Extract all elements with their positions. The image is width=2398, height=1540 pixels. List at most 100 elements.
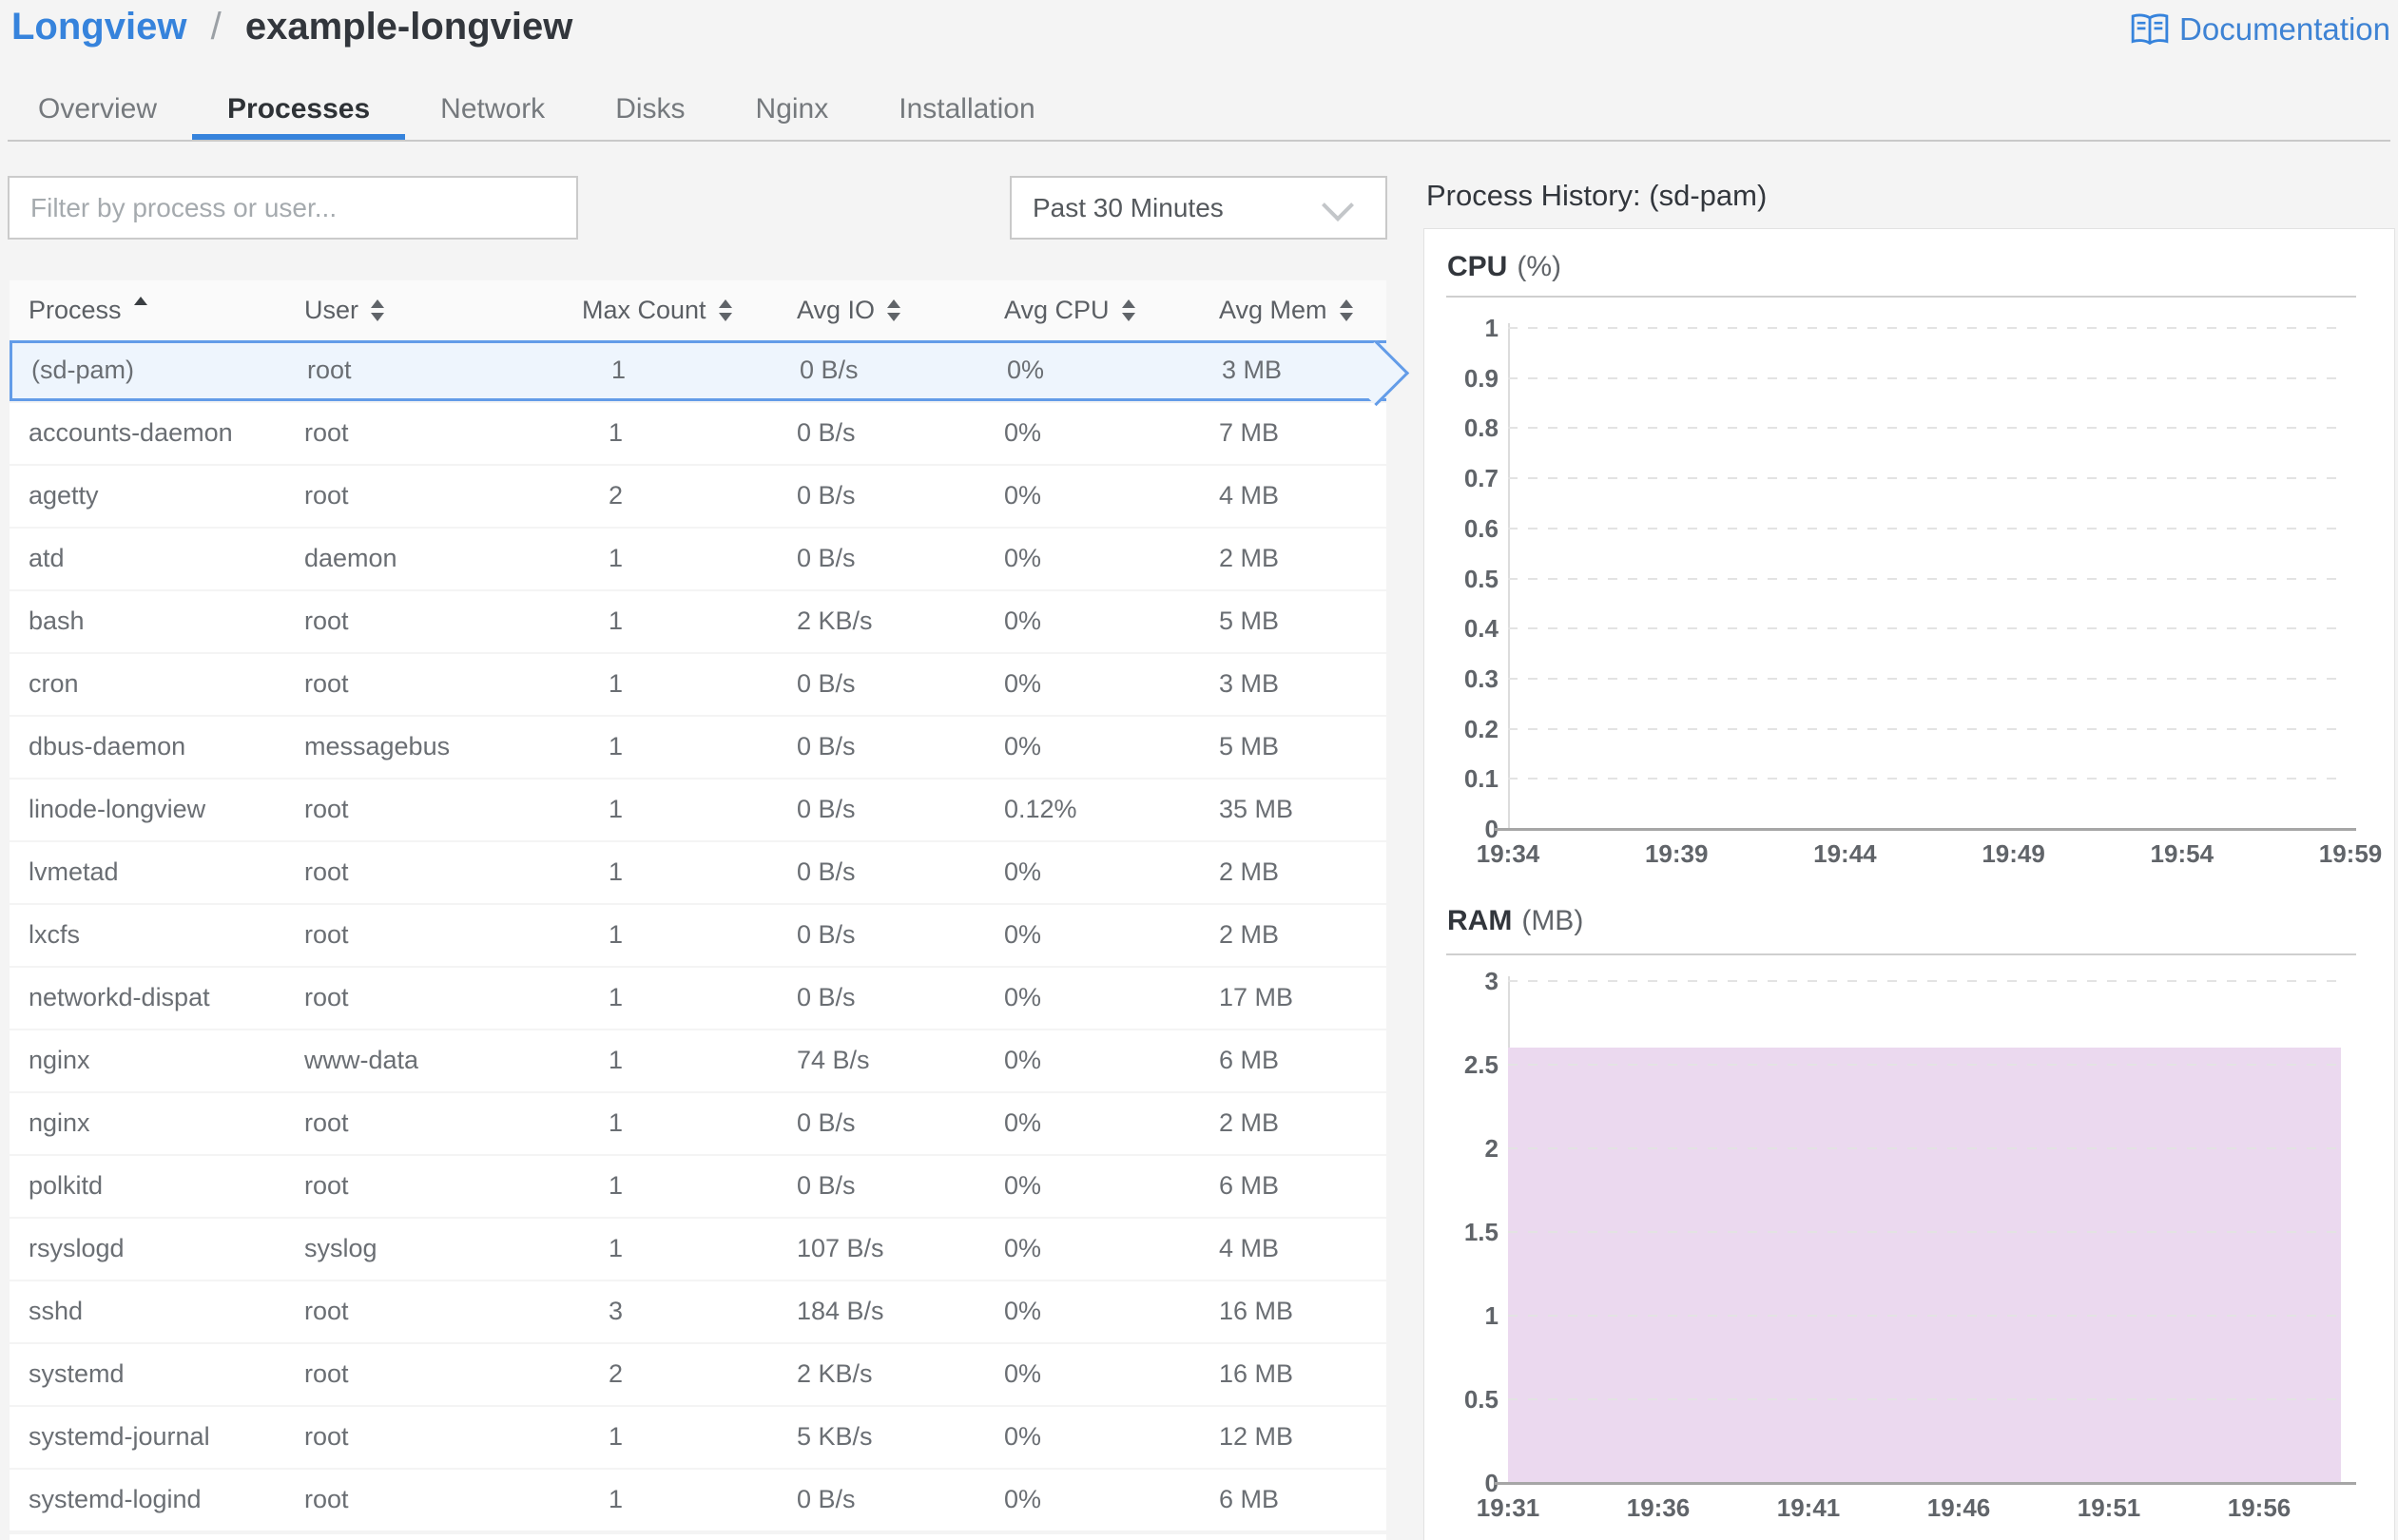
table-row[interactable]: systemd root 2 2 KB/s 0% 16 MB (10, 1344, 1386, 1405)
column-header-user[interactable]: User (285, 280, 561, 340)
table-row[interactable]: accounts-daemon root 1 0 B/s 0% 7 MB (10, 403, 1386, 464)
cell-max-count: 1 (609, 795, 624, 823)
cell-max-count: 1 (609, 732, 624, 760)
cell-avg-mem: 6 MB (1219, 1046, 1280, 1074)
cell-avg-cpu: 0% (1004, 732, 1042, 760)
table-row[interactable]: lvmetad root 1 0 B/s 0% 2 MB (10, 842, 1386, 903)
cpu-gridline (1508, 677, 2341, 680)
tab-bar: Overview Processes Network Disks Nginx Instal… (3, 80, 1071, 140)
cell-user: root (304, 1422, 349, 1451)
cpu-y-tick-label: 0.7 (1463, 464, 1499, 493)
ram-gridline (1508, 980, 2341, 982)
table-row[interactable]: polkitd root 1 0 B/s 0% 6 MB (10, 1156, 1386, 1217)
table-row[interactable]: lxcfs root 1 0 B/s 0% 2 MB (10, 905, 1386, 966)
ram-gridline (1508, 1231, 2341, 1233)
table-row[interactable]: systemd-journal root 1 5 KB/s 0% 12 MB (10, 1407, 1386, 1468)
cell-avg-cpu: 0% (1004, 606, 1042, 635)
cpu-gridline (1508, 327, 2341, 329)
breadcrumb-parent-link[interactable]: Longview (11, 6, 186, 48)
cell-user: root (304, 1297, 349, 1325)
cpu-x-tick-label: 19:49 (1982, 839, 2045, 868)
cell-avg-cpu: 0% (1004, 1234, 1042, 1262)
documentation-link[interactable]: Documentation (2128, 11, 2390, 48)
sort-icon (371, 299, 385, 321)
search-input[interactable] (8, 176, 578, 240)
ram-y-tick-label: 1.5 (1463, 1218, 1499, 1246)
cell-avg-cpu: 0% (1004, 857, 1042, 886)
table-row[interactable]: systemd-logind root 1 0 B/s 0% 6 MB (10, 1470, 1386, 1530)
cell-avg-io: 2 KB/s (797, 1359, 873, 1388)
ram-y-tick-label: 1 (1484, 1301, 1499, 1330)
cpu-y-tick-label: 0.6 (1463, 513, 1499, 543)
cpu-gridline (1508, 376, 2341, 379)
table-row[interactable]: networkd-dispat root 1 0 B/s 0% 17 MB (10, 968, 1386, 1029)
cell-avg-cpu: 0% (1004, 1046, 1042, 1074)
cell-avg-cpu: 0% (1004, 1297, 1042, 1325)
cell-process: systemd (29, 1359, 125, 1388)
cell-avg-mem: 2 MB (1219, 920, 1280, 949)
cell-avg-io: 0 B/s (797, 418, 856, 447)
cell-max-count: 1 (609, 1171, 624, 1200)
cell-process: agetty (29, 481, 99, 510)
cell-user: root (304, 1171, 349, 1200)
cpu-gridline (1508, 627, 2341, 630)
tabs-divider (8, 140, 2390, 142)
cell-max-count: 1 (609, 1046, 624, 1074)
table-row-selected[interactable]: (sd-pam) root 1 0 B/s 0% 3 MB (10, 339, 1410, 407)
table-row[interactable]: linode-longview root 1 0 B/s 0.12% 35 MB (10, 780, 1386, 840)
tab-overview[interactable]: Overview (3, 80, 192, 140)
cpu-chart-title: CPU (%) (1447, 251, 1561, 282)
cell-avg-cpu: 0% (1007, 356, 1045, 384)
tab-network[interactable]: Network (405, 80, 580, 140)
table-row-partial (10, 1534, 1386, 1540)
cell-avg-io: 0 B/s (797, 544, 856, 572)
sort-asc-icon (133, 297, 147, 305)
cell-avg-io: 0 B/s (797, 795, 856, 823)
cell-avg-mem: 4 MB (1219, 1234, 1280, 1262)
table-row[interactable]: agetty root 2 0 B/s 0% 4 MB (10, 466, 1386, 527)
cell-process: nginx (29, 1046, 90, 1074)
cell-user: daemon (304, 544, 397, 572)
cell-avg-mem: 3 MB (1219, 669, 1280, 698)
column-header-process[interactable]: Process (10, 280, 285, 340)
tab-installation[interactable]: Installation (863, 80, 1070, 140)
cpu-y-tick-label: 0.8 (1463, 414, 1499, 443)
cpu-x-tick-label: 19:34 (1476, 839, 1540, 868)
table-row[interactable]: sshd root 3 184 B/s 0% 16 MB (10, 1281, 1386, 1342)
ram-x-tick-label: 19:41 (1776, 1493, 1841, 1522)
column-header-avg-io[interactable]: Avg IO (778, 280, 985, 340)
ram-chart-divider (1446, 953, 2356, 955)
process-table: Process User Max Count Avg IO Avg CPU Avg Mem… (10, 280, 1410, 1532)
column-header-avg-cpu[interactable]: Avg CPU (985, 280, 1200, 340)
cell-avg-io: 0 B/s (797, 669, 856, 698)
cell-avg-cpu: 0% (1004, 920, 1042, 949)
ram-x-tick-label: 19:36 (1626, 1493, 1691, 1522)
cell-user: syslog (304, 1234, 377, 1262)
column-header-avg-mem[interactable]: Avg Mem (1200, 280, 1386, 340)
cpu-gridline (1508, 427, 2341, 430)
table-row[interactable]: cron root 1 0 B/s 0% 3 MB (10, 654, 1386, 715)
cell-max-count: 1 (609, 983, 624, 1011)
tab-nginx[interactable]: Nginx (721, 80, 864, 140)
tab-disks[interactable]: Disks (580, 80, 720, 140)
cell-avg-io: 2 KB/s (797, 606, 873, 635)
table-row[interactable]: bash root 1 2 KB/s 0% 5 MB (10, 591, 1386, 652)
table-row[interactable]: atd daemon 1 0 B/s 0% 2 MB (10, 529, 1386, 589)
cell-avg-cpu: 0.12% (1004, 795, 1077, 823)
table-row[interactable]: nginx www-data 1 74 B/s 0% 6 MB (10, 1030, 1386, 1091)
table-row[interactable]: nginx root 1 0 B/s 0% 2 MB (10, 1093, 1386, 1154)
cell-process: networkd-dispat (29, 983, 210, 1011)
column-header-max-count[interactable]: Max Count (561, 280, 778, 340)
cell-avg-io: 0 B/s (797, 1108, 856, 1137)
cell-user: root (304, 418, 349, 447)
cell-avg-io: 0 B/s (797, 983, 856, 1011)
time-range-select[interactable]: Past 30 Minutes (1010, 176, 1387, 240)
sort-icon (1339, 299, 1353, 321)
ram-area-fill (1508, 1048, 2341, 1483)
table-row[interactable]: dbus-daemon messagebus 1 0 B/s 0% 5 MB (10, 717, 1386, 778)
cell-max-count: 1 (609, 1485, 624, 1513)
cell-avg-cpu: 0% (1004, 1359, 1042, 1388)
cell-process: bash (29, 606, 85, 635)
tab-processes[interactable]: Processes (192, 80, 406, 140)
table-row[interactable]: rsyslogd syslog 1 107 B/s 0% 4 MB (10, 1219, 1386, 1280)
